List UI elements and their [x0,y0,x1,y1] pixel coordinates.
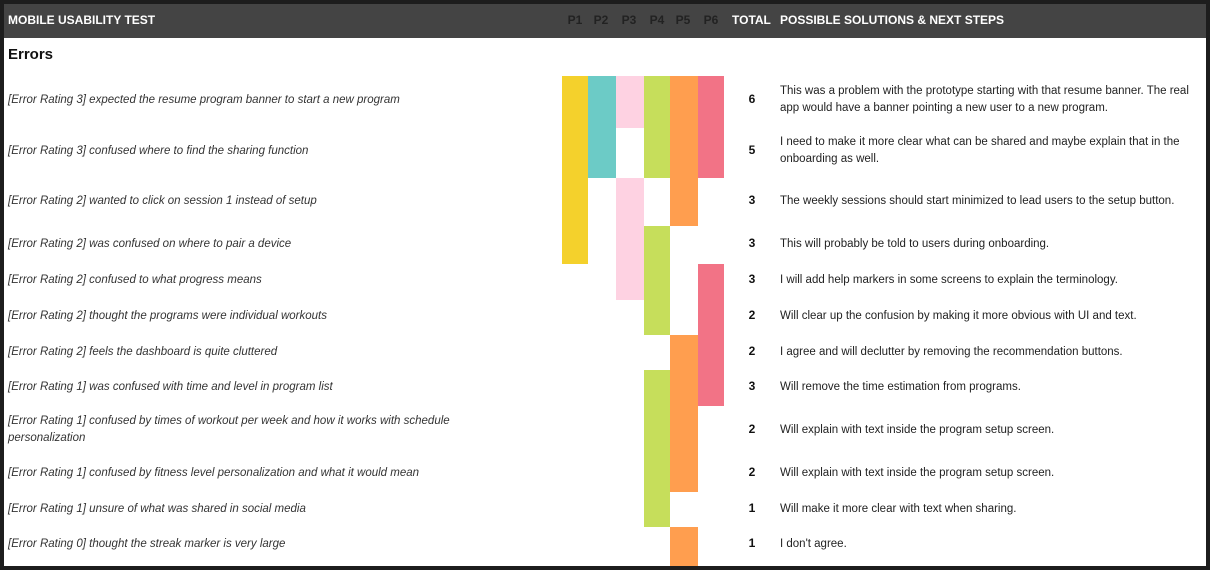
total-count: 3 [748,379,756,393]
participant-p6-header: P6 [703,13,719,27]
solution-text: I agree and will declutter by removing t… [780,346,1123,358]
participant-mark-p4 [644,226,670,335]
solution-text: Will remove the time estimation from pro… [780,381,1021,393]
participant-p3-header: P3 [621,13,637,27]
total-count: 3 [748,193,756,207]
error-description: [Error Rating 1] confused by fitness lev… [8,467,420,479]
section-title: Errors [8,46,54,63]
sheet-title: MOBILE USABILITY TEST [8,13,156,27]
total-count: 3 [748,236,756,250]
participant-mark-p4 [644,76,670,178]
error-description: [Error Rating 3] expected the resume pro… [8,94,400,106]
participant-mark-p1 [562,76,588,264]
error-description: [Error Rating 3] confused where to find … [8,145,309,157]
solution-text: Will explain with text inside the progra… [780,424,1055,436]
solution-text: Will clear up the confusion by making it… [780,310,1137,322]
error-description: [Error Rating 1] confused by times of wo… [8,415,450,444]
solution-text: The weekly sessions should start minimiz… [780,195,1175,207]
total-count: 2 [748,465,756,479]
error-description: [Error Rating 2] wanted to click on sess… [8,195,317,207]
total-count: 1 [748,501,756,515]
participant-mark-p5 [670,76,698,226]
error-description: [Error Rating 1] was confused with time … [8,381,333,393]
total-count: 2 [748,344,756,358]
participant-mark-p5 [670,335,698,492]
total-header: TOTAL [732,13,771,27]
participant-p5-header: P5 [675,13,691,27]
participant-mark-p3 [616,178,644,300]
solution-text: This will probably be told to users duri… [780,238,1050,250]
total-count: 1 [748,536,756,550]
total-count: 3 [748,272,756,286]
header-row: MOBILE USABILITY TEST P1 P2 P3 P4 P5 P6 … [4,4,1206,38]
participant-p2-header: P2 [593,13,609,27]
error-description: [Error Rating 2] confused to what progre… [8,274,262,286]
solution-text: I need to make it more clear what can be… [780,136,1180,165]
solution-text: I don't agree. [780,538,847,550]
error-description: [Error Rating 1] unsure of what was shar… [8,503,306,515]
solution-text: Will explain with text inside the progra… [780,467,1055,479]
participant-mark-p5 [670,527,698,566]
participant-mark-p4 [644,370,670,527]
error-description: [Error Rating 2] was confused on where t… [8,238,292,250]
solution-text: Will make it more clear with text when s… [780,503,1017,515]
error-description: [Error Rating 2] thought the programs we… [8,310,327,322]
usability-sheet: MOBILE USABILITY TEST P1 P2 P3 P4 P5 P6 … [4,4,1206,566]
participant-p4-header: P4 [649,13,665,27]
participant-mark-p2 [588,76,616,178]
total-count: 6 [748,92,756,106]
solution-text: I will add help markers in some screens … [780,274,1118,286]
total-count: 2 [748,422,756,436]
error-description: [Error Rating 2] feels the dashboard is … [8,346,278,358]
total-count: 2 [748,308,756,322]
participant-mark-p6 [698,264,724,406]
total-count: 5 [748,143,756,157]
participant-mark-p3 [616,76,644,128]
solution-text: This was a problem with the prototype st… [780,85,1189,114]
solutions-header: POSSIBLE SOLUTIONS & NEXT STEPS [780,13,1005,27]
participant-p1-header: P1 [567,13,583,27]
participant-mark-p6 [698,76,724,178]
error-description: [Error Rating 0] thought the streak mark… [8,538,286,550]
